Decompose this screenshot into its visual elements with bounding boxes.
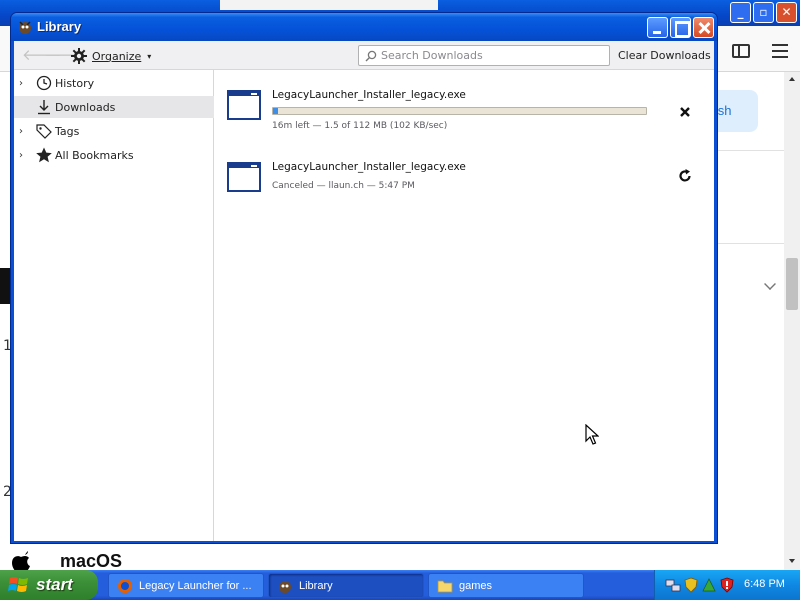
download-filename: LegacyLauncher_Installer_legacy.exe xyxy=(272,89,466,101)
close-button[interactable] xyxy=(693,17,714,38)
maximize-button[interactable] xyxy=(670,17,691,38)
library-icon xyxy=(279,580,291,593)
background-close-button[interactable]: ✕ xyxy=(776,2,797,23)
background-minimize-button[interactable]: _ xyxy=(730,2,751,23)
minimize-button[interactable] xyxy=(647,17,668,38)
macos-heading: macOS xyxy=(60,551,123,571)
windows-logo-fragment xyxy=(0,268,10,304)
sidebar-item-label: History xyxy=(55,76,95,90)
sidebar-toggle-icon[interactable] xyxy=(732,44,750,58)
download-status: 16m left — 1.5 of 112 MB (102 KB/sec) xyxy=(272,121,448,131)
caret-down-icon: ▾ xyxy=(147,51,152,61)
shield-alert-icon[interactable] xyxy=(719,577,735,593)
clock-icon xyxy=(36,75,52,91)
organize-label: Organize xyxy=(92,49,142,63)
clock: 6:48 PM xyxy=(744,578,785,590)
system-tray: 6:48 PM xyxy=(654,570,800,600)
start-button[interactable]: start xyxy=(0,570,98,600)
start-label: start xyxy=(36,575,73,594)
background-tab[interactable] xyxy=(220,0,438,10)
clear-downloads-button[interactable]: Clear Downloads xyxy=(618,49,711,62)
chevron-down-icon[interactable] xyxy=(764,278,776,290)
taskbar-item-games[interactable]: games xyxy=(428,573,584,598)
application-file-icon xyxy=(227,162,261,192)
gear-icon xyxy=(71,48,87,64)
library-titlebar[interactable]: Library xyxy=(11,13,717,41)
taskbar-item-label: games xyxy=(459,579,493,592)
library-window: Library 🡐 🡒 Organize ▾ Search Downloads … xyxy=(10,12,718,544)
folder-icon xyxy=(437,580,453,592)
back-arrow-icon[interactable]: 🡐 xyxy=(22,47,62,63)
library-toolbar: 🡐 🡒 Organize ▾ Search Downloads Clear Do… xyxy=(14,41,714,70)
divider xyxy=(716,150,784,151)
scroll-down-arrow-icon[interactable] xyxy=(786,556,798,566)
library-sidebar: › History Downloads › Tags › All Bookmar… xyxy=(14,70,214,541)
search-icon xyxy=(365,50,377,62)
download-icon xyxy=(38,100,50,115)
update-icon[interactable] xyxy=(701,577,717,593)
scrollbar-thumb[interactable] xyxy=(786,258,798,310)
download-status: Canceled — llaun.ch — 5:47 PM xyxy=(272,181,415,191)
taskbar-item-label: Legacy Launcher for ... xyxy=(139,579,252,592)
firefox-icon xyxy=(118,578,132,593)
download-progress-fill xyxy=(273,108,279,114)
windows-logo-icon xyxy=(8,577,28,592)
search-input[interactable] xyxy=(381,47,607,64)
mouse-cursor-icon xyxy=(585,424,599,445)
application-file-icon xyxy=(227,90,261,120)
taskbar-item-legacy-launcher[interactable]: Legacy Launcher for ... xyxy=(108,573,264,598)
sidebar-item-downloads[interactable]: Downloads xyxy=(14,96,214,118)
download-progress-bar xyxy=(272,107,647,115)
downloads-list: LegacyLauncher_Installer_legacy.exe 16m … xyxy=(215,70,714,541)
expand-arrow-icon[interactable]: › xyxy=(19,78,33,89)
cancel-icon[interactable] xyxy=(677,104,693,120)
retry-icon[interactable] xyxy=(677,168,693,184)
sidebar-item-history[interactable]: › History xyxy=(14,72,214,94)
divider xyxy=(716,243,784,244)
expand-arrow-icon[interactable]: › xyxy=(19,126,33,137)
search-box[interactable] xyxy=(358,45,610,66)
background-restore-button[interactable]: ▫ xyxy=(753,2,774,23)
download-item[interactable]: LegacyLauncher_Installer_legacy.exe 16m … xyxy=(215,78,714,138)
organize-button[interactable]: Organize ▾ xyxy=(70,45,151,67)
library-app-icon xyxy=(19,21,31,34)
sidebar-item-label: Downloads xyxy=(55,100,116,114)
hamburger-menu-icon[interactable] xyxy=(772,44,788,58)
taskbar: start Legacy Launcher for ... Library ga… xyxy=(0,570,800,600)
sidebar-item-label: Tags xyxy=(55,124,80,138)
download-filename: LegacyLauncher_Installer_legacy.exe xyxy=(272,161,466,173)
taskbar-item-library[interactable]: Library xyxy=(268,573,424,598)
taskbar-item-label: Library xyxy=(299,579,333,592)
page-scrollbar[interactable] xyxy=(784,72,800,570)
window-title: Library xyxy=(37,19,82,34)
network-icon[interactable] xyxy=(665,577,681,593)
expand-arrow-icon[interactable]: › xyxy=(19,150,33,161)
sidebar-item-label: All Bookmarks xyxy=(55,148,134,162)
tag-icon xyxy=(36,124,52,139)
library-body: 🡐 🡒 Organize ▾ Search Downloads Clear Do… xyxy=(14,41,714,541)
download-item[interactable]: LegacyLauncher_Installer_legacy.exe Canc… xyxy=(215,150,714,210)
sidebar-item-tags[interactable]: › Tags xyxy=(14,120,214,142)
scroll-up-arrow-icon[interactable] xyxy=(786,74,798,84)
forward-arrow-icon[interactable]: 🡒 xyxy=(44,47,84,63)
star-icon xyxy=(36,147,52,163)
sidebar-item-all-bookmarks[interactable]: › All Bookmarks xyxy=(14,144,214,166)
security-shield-icon[interactable] xyxy=(683,577,699,593)
